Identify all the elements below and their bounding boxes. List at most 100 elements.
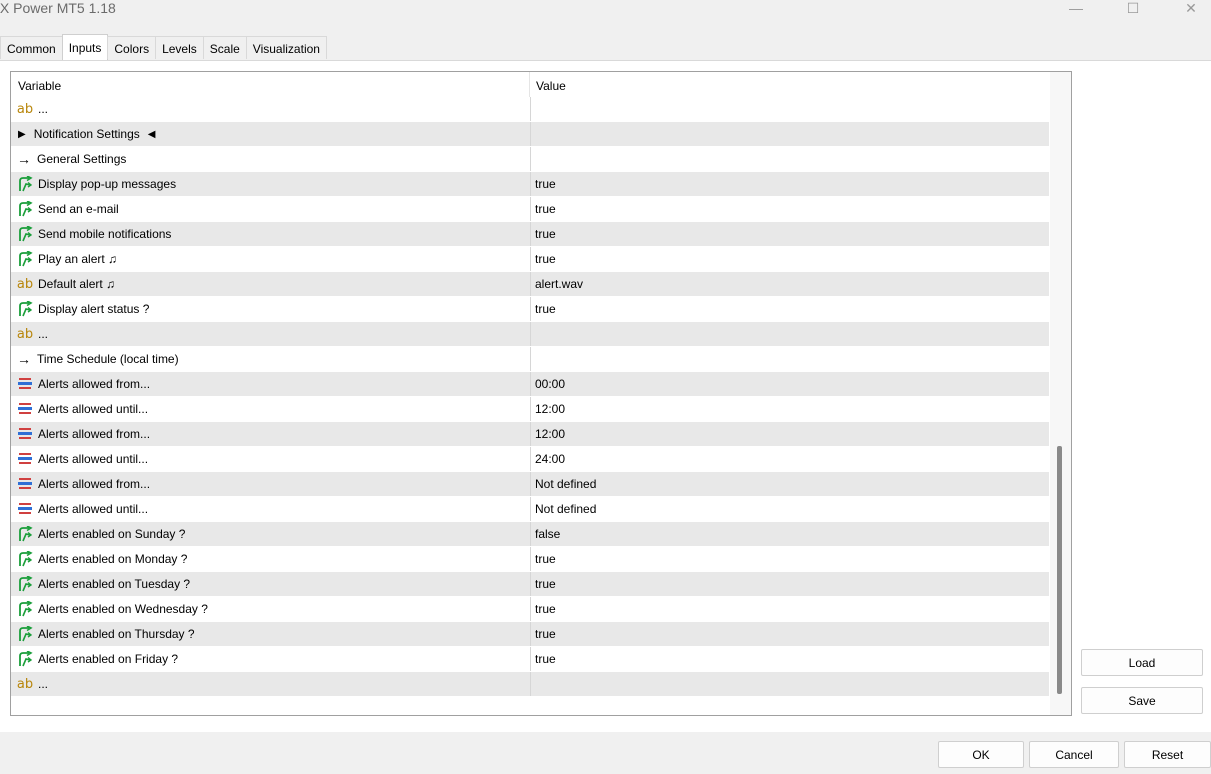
reset-button[interactable]: Reset [1124, 741, 1211, 768]
variable-cell: ▶ Notification Settings ◀ [11, 122, 529, 146]
value-cell[interactable]: true [530, 197, 1050, 221]
arrow-right-icon: → [17, 151, 31, 167]
grid-row[interactable]: ab... [11, 97, 1049, 122]
variable-label: Alerts allowed until... [38, 402, 149, 416]
string-type-icon: ab [16, 676, 34, 692]
variable-cell: Alerts allowed until... [11, 447, 529, 471]
grid-row[interactable]: Display pop-up messages true [11, 172, 1049, 197]
bool-type-icon [16, 626, 34, 642]
tab-common[interactable]: Common [0, 36, 63, 59]
value-text: alert.wav [535, 277, 584, 291]
value-cell[interactable]: true [530, 547, 1050, 571]
tab-visualization[interactable]: Visualization [245, 36, 327, 59]
value-cell[interactable]: Not defined [530, 497, 1050, 521]
tab-inputs[interactable]: Inputs [61, 34, 109, 60]
variable-label: Display alert status ? [38, 302, 150, 316]
enum-type-icon [16, 376, 34, 392]
grid-row[interactable]: ▶ Notification Settings ◀ [11, 122, 1049, 147]
grid-row[interactable]: Send mobile notifications true [11, 222, 1049, 247]
value-text: true [535, 602, 556, 616]
value-cell[interactable] [530, 97, 1050, 121]
variable-cell: Alerts allowed from... [11, 472, 529, 496]
variable-label: ... [38, 677, 49, 691]
vertical-scrollbar[interactable] [1050, 72, 1071, 715]
variable-label: Alerts enabled on Sunday ? [38, 527, 186, 541]
value-cell[interactable]: alert.wav [530, 272, 1050, 296]
scrollbar-thumb[interactable] [1057, 446, 1062, 694]
value-text: 12:00 [535, 427, 566, 441]
variable-label: Alerts allowed from... [38, 427, 151, 441]
enum-type-icon [16, 426, 34, 442]
variable-cell: → General Settings [11, 147, 529, 171]
bool-type-icon [16, 251, 34, 267]
grid-row[interactable]: Alerts allowed from... 00:00 [11, 372, 1049, 397]
grid-row[interactable]: Alerts enabled on Tuesday ? true [11, 572, 1049, 597]
enum-type-icon [16, 476, 34, 492]
grid-row[interactable]: ab... [11, 672, 1049, 697]
value-cell[interactable]: true [530, 172, 1050, 196]
value-cell[interactable]: true [530, 647, 1050, 671]
grid-row[interactable]: Alerts enabled on Monday ? true [11, 547, 1049, 572]
save-button[interactable]: Save [1081, 687, 1203, 714]
load-button[interactable]: Load [1081, 649, 1203, 676]
value-cell[interactable]: true [530, 222, 1050, 246]
grid-row[interactable]: Alerts enabled on Thursday ? true [11, 622, 1049, 647]
grid-row[interactable]: Alerts allowed until... 12:00 [11, 397, 1049, 422]
value-cell[interactable] [530, 672, 1050, 696]
value-cell[interactable]: true [530, 247, 1050, 271]
grid-row[interactable]: Alerts allowed from... Not defined [11, 472, 1049, 497]
bool-type-icon [16, 651, 34, 667]
grid-row[interactable]: Display alert status ? true [11, 297, 1049, 322]
variable-label: Send mobile notifications [38, 227, 172, 241]
value-cell[interactable] [530, 347, 1050, 371]
value-cell[interactable]: false [530, 522, 1050, 546]
grid-row[interactable]: Alerts allowed until... Not defined [11, 497, 1049, 522]
tab-levels[interactable]: Levels [155, 36, 204, 59]
value-cell[interactable] [530, 322, 1050, 346]
grid-row[interactable]: Play an alert ♫ true [11, 247, 1049, 272]
grid-row[interactable]: Send an e-mail true [11, 197, 1049, 222]
value-cell[interactable]: true [530, 622, 1050, 646]
ok-button[interactable]: OK [938, 741, 1024, 768]
value-cell[interactable] [530, 122, 1050, 146]
value-cell[interactable]: true [530, 597, 1050, 621]
bool-type-icon [16, 201, 34, 217]
variable-cell: Display pop-up messages [11, 172, 529, 196]
value-cell[interactable]: 24:00 [530, 447, 1050, 471]
value-cell[interactable] [530, 147, 1050, 171]
value-cell[interactable]: true [530, 572, 1050, 596]
tab-scale[interactable]: Scale [202, 36, 247, 59]
value-column-header[interactable]: Value [536, 79, 566, 93]
variable-cell: Alerts enabled on Friday ? [11, 647, 529, 671]
maximize-icon[interactable]: ☐ [1110, 0, 1156, 16]
grid-row[interactable]: → Time Schedule (local time) [11, 347, 1049, 372]
value-cell[interactable]: Not defined [530, 472, 1050, 496]
tab-colors[interactable]: Colors [107, 36, 157, 59]
bool-type-icon [16, 601, 34, 617]
grid-row[interactable]: → General Settings [11, 147, 1049, 172]
variable-cell: Alerts allowed from... [11, 372, 529, 396]
window-title: IX Power MT5 1.18 [0, 0, 116, 16]
value-text: true [535, 252, 556, 266]
grid-row[interactable]: Alerts allowed until... 24:00 [11, 447, 1049, 472]
grid-row[interactable]: Alerts allowed from... 12:00 [11, 422, 1049, 447]
grid-row[interactable]: Alerts enabled on Sunday ? false [11, 522, 1049, 547]
value-cell[interactable]: 12:00 [530, 397, 1050, 421]
variable-label: ... [38, 102, 49, 116]
variable-cell: ab Default alert ♫ [11, 272, 529, 296]
variable-label: Display pop-up messages [38, 177, 177, 191]
variable-cell: Send mobile notifications [11, 222, 529, 246]
value-text: 00:00 [535, 377, 566, 391]
value-cell[interactable]: true [530, 297, 1050, 321]
value-cell[interactable]: 00:00 [530, 372, 1050, 396]
minimize-icon[interactable]: — [1053, 0, 1099, 16]
grid-row[interactable]: ab Default alert ♫ alert.wav [11, 272, 1049, 297]
close-icon[interactable]: ✕ [1168, 0, 1211, 16]
cancel-button[interactable]: Cancel [1029, 741, 1119, 768]
value-cell[interactable]: 12:00 [530, 422, 1050, 446]
grid-row[interactable]: Alerts enabled on Friday ? true [11, 647, 1049, 672]
variable-column-header[interactable]: Variable [18, 79, 61, 93]
column-divider[interactable] [529, 72, 530, 97]
grid-row[interactable]: Alerts enabled on Wednesday ? true [11, 597, 1049, 622]
grid-row[interactable]: ab... [11, 322, 1049, 347]
